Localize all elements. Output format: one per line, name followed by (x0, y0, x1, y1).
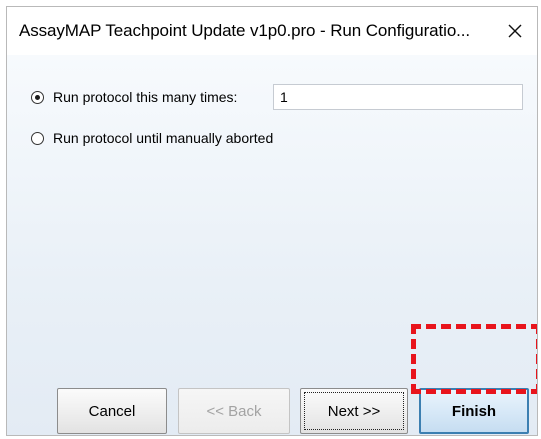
back-button-label: << Back (206, 402, 262, 420)
dialog-content: Run protocol this many times: Run protoc… (7, 55, 537, 435)
run-times-input[interactable] (273, 84, 523, 110)
back-button[interactable]: << Back (178, 388, 290, 434)
run-times-radio[interactable] (31, 90, 44, 104)
close-button[interactable] (493, 7, 537, 55)
run-until-aborted-radio[interactable] (31, 131, 44, 145)
next-button[interactable]: Next >> (300, 388, 408, 434)
finish-button[interactable]: Finish (419, 388, 529, 434)
run-configuration-dialog: AssayMAP Teachpoint Update v1p0.pro - Ru… (6, 6, 538, 436)
window-title: AssayMAP Teachpoint Update v1p0.pro - Ru… (19, 21, 471, 40)
run-times-option[interactable]: Run protocol this many times: (31, 89, 237, 105)
run-until-aborted-option[interactable]: Run protocol until manually aborted (31, 130, 273, 146)
next-button-label: Next >> (327, 402, 381, 420)
close-icon (508, 24, 522, 38)
cancel-button[interactable]: Cancel (57, 388, 167, 434)
radio-selected-dot (35, 94, 40, 100)
run-times-label: Run protocol this many times: (53, 89, 238, 105)
title-bar[interactable]: AssayMAP Teachpoint Update v1p0.pro - Ru… (7, 7, 537, 55)
run-until-aborted-label: Run protocol until manually aborted (53, 130, 274, 146)
